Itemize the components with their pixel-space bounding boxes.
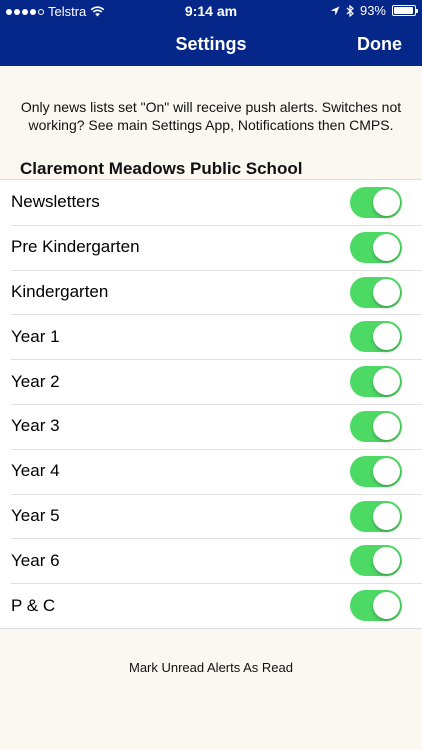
list-item: Newsletters [0, 180, 422, 225]
toggle-knob [373, 547, 400, 575]
toggle-knob [373, 368, 400, 396]
year-3-toggle[interactable] [350, 410, 402, 442]
list-item-label: Pre Kindergarten [11, 237, 140, 257]
news-lists: Newsletters Pre Kindergarten Kindergarte… [0, 179, 422, 629]
list-item: Year 1 [0, 314, 422, 359]
list-item-label: Year 1 [11, 326, 60, 346]
battery-icon [392, 5, 418, 16]
list-item-label: Year 4 [11, 461, 60, 481]
toggle-knob [373, 457, 400, 485]
list-item: Year 4 [0, 448, 422, 494]
list-item-label: Year 3 [11, 416, 60, 436]
year-6-toggle[interactable] [350, 545, 402, 577]
battery-percent: 93% [359, 3, 386, 18]
done-button[interactable]: Done [357, 34, 402, 55]
bluetooth-icon [346, 4, 354, 17]
toggle-knob [373, 278, 400, 306]
list-item-label: Year 5 [11, 505, 60, 525]
toggle-knob [373, 233, 400, 261]
list-item: Year 5 [0, 493, 422, 539]
list-item-label: Newsletters [11, 192, 100, 212]
pre-kindergarten-toggle[interactable] [350, 231, 402, 263]
year-5-toggle[interactable] [350, 500, 402, 532]
year-2-toggle[interactable] [350, 366, 402, 398]
year-1-toggle[interactable] [350, 321, 402, 353]
school-name-heading: Claremont Meadows Public School [20, 159, 303, 178]
toggle-knob [373, 412, 400, 440]
list-item-label: P & C [11, 595, 56, 615]
list-item: Pre Kindergarten [0, 224, 422, 270]
list-item: P & C [0, 583, 422, 628]
list-item: Kindergarten [0, 269, 422, 315]
list-item-label: Kindergarten [11, 281, 109, 301]
mark-unread-alerts-read-button[interactable]: Mark Unread Alerts As Read [0, 660, 422, 675]
newsletters-toggle[interactable] [350, 187, 402, 218]
toggle-knob [373, 592, 400, 620]
push-alerts-notice: Only news lists set "On" will receive pu… [20, 99, 402, 133]
toggle-knob [373, 189, 400, 216]
location-arrow-icon [330, 6, 340, 15]
list-item-label: Year 6 [11, 550, 60, 570]
toggle-knob [373, 502, 400, 530]
list-item: Year 6 [0, 538, 422, 583]
kindergarten-toggle[interactable] [350, 276, 402, 308]
status-bar: Telstra 9:14 am 93% [0, 0, 422, 22]
toggle-knob [373, 323, 400, 351]
status-right: 93% [330, 3, 418, 18]
list-item-label: Year 2 [11, 371, 60, 391]
list-item: Year 2 [0, 359, 422, 404]
navigation-bar: Telstra 9:14 am 93% Settings Done [0, 0, 422, 66]
year-4-toggle[interactable] [350, 455, 402, 487]
list-item: Year 3 [0, 403, 422, 449]
p-and-c-toggle[interactable] [350, 590, 402, 622]
